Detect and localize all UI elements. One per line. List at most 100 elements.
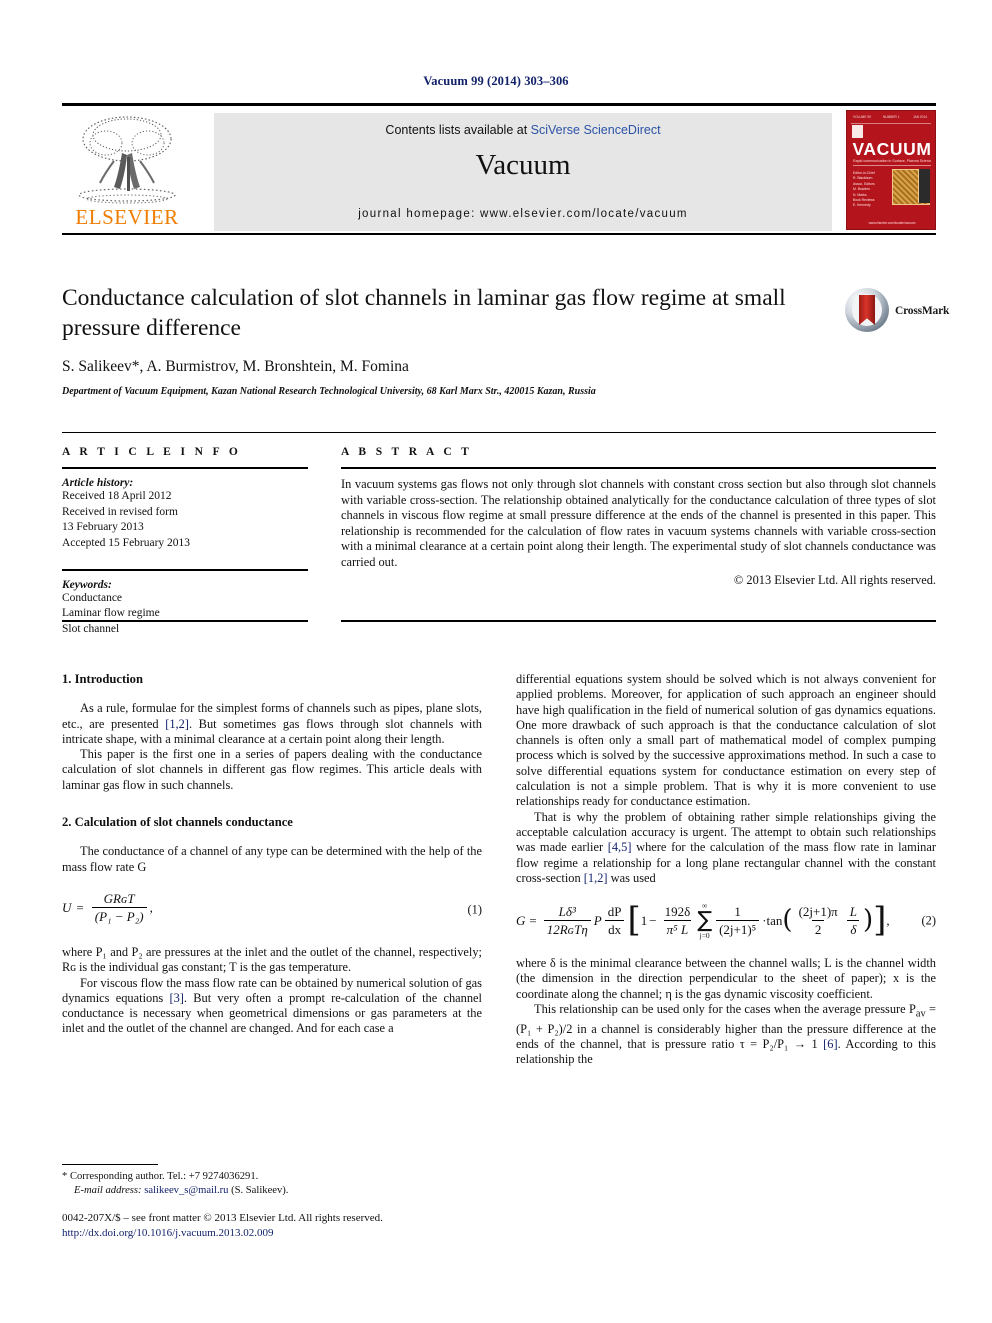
eq2-paren-open: ( bbox=[782, 905, 793, 936]
history-item: Accepted 15 February 2013 bbox=[62, 536, 191, 549]
cover-top-label-2: NUMBER 1 bbox=[883, 115, 900, 119]
citation-ref[interactable]: [4,5] bbox=[608, 840, 632, 854]
article-info-heading: A R T I C L E I N F O bbox=[62, 446, 242, 458]
running-head: Vacuum 99 (2014) 303–306 bbox=[423, 74, 569, 88]
page-footer: 0042-207X/$ – see front matter © 2013 El… bbox=[62, 1211, 562, 1241]
eq1-denominator: (P₁ − P₂) bbox=[91, 907, 147, 924]
abstract-bottom-rule bbox=[341, 620, 936, 622]
eq2-one: 1 bbox=[640, 913, 648, 928]
eq2-bracket-close: ] bbox=[873, 900, 887, 941]
calc-paragraph-2: where P₁ and P₂ are pressures at the inl… bbox=[62, 944, 482, 975]
contents-prefix: Contents lists available at bbox=[385, 123, 531, 137]
equation-1-body: U = GRɢT (P₁ − P₂) , bbox=[62, 891, 482, 925]
cover-top-label-3: JAN 2014 bbox=[913, 115, 927, 119]
citation-ref[interactable]: [1,2] bbox=[584, 871, 608, 885]
eq1-lhs: U bbox=[62, 900, 72, 916]
eq1-tail: , bbox=[149, 900, 153, 916]
right-paragraph-3: where δ is the minimal clearance between… bbox=[516, 956, 936, 1001]
eq2-paren-close: ) bbox=[862, 905, 874, 936]
footnote-line-1: * Corresponding author. Tel.: +7 9274036… bbox=[62, 1170, 492, 1184]
eq2-fraction-3: 192δ π⁵ L bbox=[662, 904, 694, 938]
page-title: Conductance calculation of slot channels… bbox=[62, 285, 786, 341]
author-list: S. Salikeev*, A. Burmistrov, M. Bronshte… bbox=[62, 358, 409, 375]
citation-ref[interactable]: [6] bbox=[823, 1037, 837, 1051]
eq2-sum-lower: j=0 bbox=[699, 930, 710, 940]
journal-homepage-link[interactable]: journal homepage: www.elsevier.com/locat… bbox=[214, 208, 832, 220]
citation-ref[interactable]: [1,2] bbox=[165, 717, 189, 731]
doi-link[interactable]: http://dx.doi.org/10.1016/j.vacuum.2013.… bbox=[62, 1226, 562, 1241]
email-label: E-mail address: bbox=[74, 1185, 142, 1196]
abstract-copyright: © 2013 Elsevier Ltd. All rights reserved… bbox=[733, 572, 936, 587]
eq2-lhs: G bbox=[516, 913, 526, 928]
history-item: Received in revised form bbox=[62, 505, 178, 518]
footnote-corresponding: Corresponding author. Tel.: +7 927403629… bbox=[67, 1171, 259, 1182]
journal-title: Vacuum bbox=[475, 149, 571, 181]
abstract-column: A B S T R A C T In vacuum systems gas fl… bbox=[341, 446, 936, 588]
cover-artwork-inset bbox=[918, 169, 930, 203]
crossmark-circle-icon bbox=[845, 288, 889, 332]
journal-banner: Contents lists available at SciVerse Sci… bbox=[214, 113, 832, 231]
email-link[interactable]: salikeev_s@mail.ru bbox=[144, 1185, 228, 1196]
cover-footer-url: www.elsevier.com/locate/vacuum bbox=[868, 221, 916, 225]
eq2-p: P bbox=[593, 913, 602, 928]
right-p4-sub: av bbox=[915, 1008, 926, 1020]
eq2-f2-num: dP bbox=[607, 903, 622, 919]
article-info-column: A R T I C L E I N F O Article history: R… bbox=[62, 446, 308, 637]
right-p2-c: was used bbox=[607, 870, 656, 885]
citation-ref[interactable]: [3] bbox=[169, 991, 183, 1005]
body-column-left: 1. Introduction As a rule, formulae for … bbox=[62, 672, 482, 1037]
eq2-f2-den: dx bbox=[605, 920, 625, 937]
sciencedirect-link[interactable]: SciVerse ScienceDirect bbox=[531, 123, 661, 137]
eq2-fraction-4: 1 (2j+1)⁵ bbox=[716, 903, 760, 938]
cover-editor-names: Editor-in-Chief R. Blackburn Assoc. Editor… bbox=[853, 171, 875, 208]
keywords-label: Keywords: bbox=[62, 578, 112, 591]
email-tail: (S. Salikeev). bbox=[228, 1185, 289, 1196]
history-item: 13 February 2013 bbox=[62, 521, 144, 533]
calc-paragraph-1: The conductance of a channel of any type… bbox=[62, 844, 482, 874]
cover-top-label-1: VOLUME 99 bbox=[853, 115, 871, 119]
intro-paragraph-2: This paper is the first one in a series … bbox=[62, 747, 482, 792]
masthead-bottom-rule bbox=[62, 233, 936, 235]
eq2-f6-den: δ bbox=[847, 920, 860, 937]
keyword-item: Slot channel bbox=[62, 622, 120, 635]
abstract-rule bbox=[341, 467, 936, 469]
eq2-fraction-2: dP dx bbox=[605, 904, 625, 938]
paper-page: Vacuum 99 (2014) 303–306 ELSEVIER Conten… bbox=[0, 0, 992, 1323]
section-heading-calculation: 2. Calculation of slot channels conducta… bbox=[62, 815, 293, 830]
info-top-rule bbox=[62, 432, 936, 433]
contents-line: Contents lists available at SciVerse Sci… bbox=[214, 123, 832, 137]
sigma-icon: ∑ bbox=[697, 907, 713, 933]
right-paragraph-2: That is why the problem of obtaining rat… bbox=[516, 810, 936, 886]
masthead-top-rule bbox=[62, 103, 936, 106]
eq2-bracket-open: [ bbox=[627, 900, 641, 941]
eq1-equals: = bbox=[76, 900, 84, 916]
eq2-fraction-6: L δ bbox=[847, 904, 860, 938]
eq2-f1-den: 12RɢTη bbox=[543, 920, 591, 937]
right-p4-a: This relationship can be used only for t… bbox=[534, 1002, 916, 1017]
article-info-rule bbox=[62, 467, 308, 469]
elsevier-wordmark: ELSEVIER bbox=[75, 205, 179, 229]
keyword-item: Conductance bbox=[62, 591, 123, 604]
eq2-tan: ·tan bbox=[762, 913, 783, 928]
cover-top-bar: VOLUME 99 NUMBER 1 JAN 2014 bbox=[851, 114, 931, 124]
eq1-fraction: GRɢT (P₁ − P₂) bbox=[91, 890, 147, 925]
eq1-numerator: GRɢT bbox=[103, 890, 135, 906]
crossmark-badge[interactable]: CrossMark bbox=[845, 288, 949, 334]
eq2-fraction-1: Lδ³ 12RɢTη bbox=[543, 904, 591, 938]
eq2-f5-den: 2 bbox=[811, 920, 825, 937]
footnote-rule bbox=[62, 1164, 158, 1165]
eq2-f4-num: 1 bbox=[734, 903, 741, 919]
right-paragraph-1: differential equations system should be … bbox=[516, 672, 936, 809]
eq2-f4-den: (2j+1)⁵ bbox=[716, 920, 760, 937]
equation-2: G = Lδ³ 12RɢTη P dP dx [ 1 − 192δ π⁵ L ∞… bbox=[516, 902, 936, 940]
equation-1: U = GRɢT (P₁ − P₂) , (1) bbox=[62, 891, 482, 929]
crossmark-label: CrossMark bbox=[895, 305, 950, 317]
eq2-f3-num: 192δ bbox=[664, 903, 691, 919]
cover-title: VACUUM bbox=[852, 139, 932, 159]
corresponding-author-footnote: * Corresponding author. Tel.: +7 9274036… bbox=[62, 1170, 492, 1198]
footnote-line-2: E-mail address: salikeev_s@mail.ru (S. S… bbox=[62, 1184, 492, 1198]
journal-cover-thumbnail: VOLUME 99 NUMBER 1 JAN 2014 VACUUM Rapid… bbox=[846, 110, 936, 230]
eq2-f6-num: L bbox=[849, 903, 857, 919]
keywords-rule bbox=[62, 569, 308, 571]
